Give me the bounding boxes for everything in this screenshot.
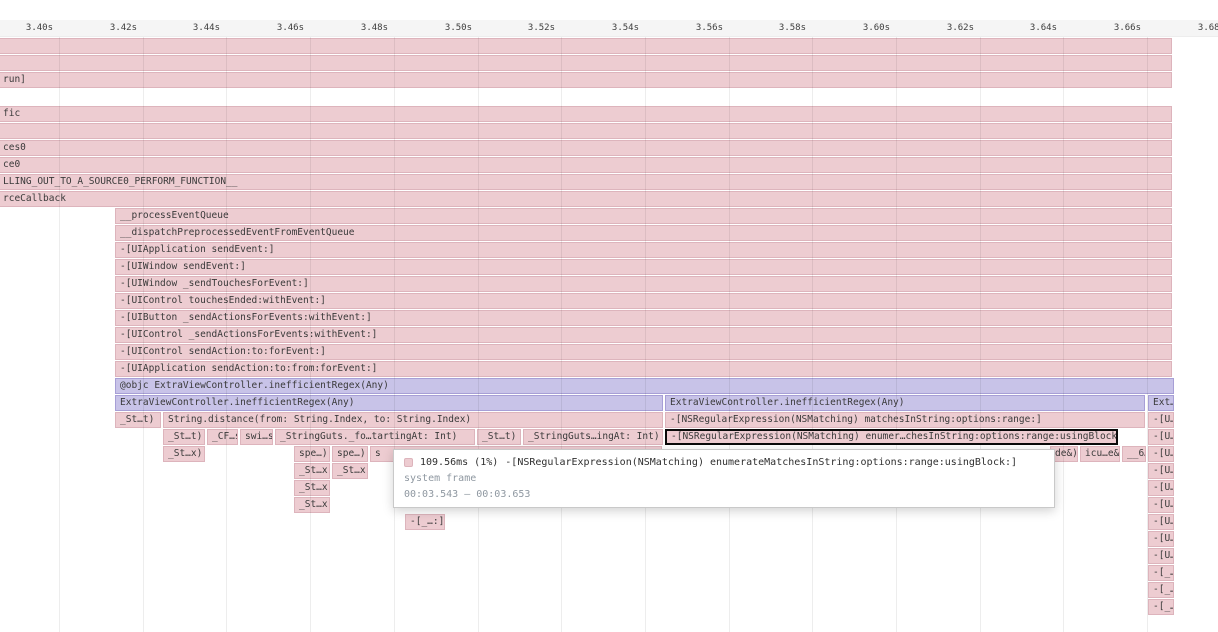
- flame-bar[interactable]: _St…x): [294, 463, 330, 479]
- flame-bar[interactable]: [0, 123, 1172, 139]
- gridline: [896, 37, 897, 632]
- flame-bar[interactable]: -[NSRegularExpression(NSMatching) matche…: [665, 412, 1145, 428]
- flame-bar[interactable]: ce0: [0, 157, 1172, 173]
- gridline: [143, 37, 144, 632]
- tooltip-header: 109.56ms (1%) -[NSRegularExpression(NSMa…: [404, 457, 1044, 468]
- tick-label: 3.64s: [1005, 23, 1057, 33]
- flame-bar[interactable]: icu…e&): [1080, 446, 1120, 462]
- flame-chart: run] fic ces0ce0LLING_OUT_TO_A_SOURCE0_PER…: [0, 0, 1218, 632]
- tick-label: 3.54s: [587, 23, 639, 33]
- flame-bar[interactable]: _St…x): [294, 480, 330, 496]
- flame-bar[interactable]: spe…)): [294, 446, 330, 462]
- flame-bar[interactable]: __dispatchPreprocessedEventFromEventQueu…: [115, 225, 1172, 241]
- tick-label: 3.52s: [503, 23, 555, 33]
- timeline-ruler[interactable]: 3.40s 3.42s 3.44s 3.46s 3.48s 3.50s 3.52s 3.54s…: [0, 20, 1218, 37]
- tick-label: 3.42s: [85, 23, 137, 33]
- flame-bar[interactable]: -[U…:]: [1148, 446, 1174, 462]
- flame-bar[interactable]: -[U…d]: [1148, 531, 1174, 547]
- hover-tooltip: 109.56ms (1%) -[NSRegularExpression(NSMa…: [393, 449, 1055, 508]
- flame-bar[interactable]: _St…x): [163, 446, 205, 462]
- flame-bar[interactable]: rceCallback: [0, 191, 1172, 207]
- tick-label: 3.44s: [168, 23, 220, 33]
- flame-bar[interactable]: swi…se: [240, 429, 273, 445]
- flame-bar[interactable]: _St…x): [332, 463, 368, 479]
- tick-label: 3.46s: [252, 23, 304, 33]
- flame-bar[interactable]: Ext…): [1148, 395, 1174, 411]
- gridline: [645, 37, 646, 632]
- flame-bar[interactable]: -[_…:]: [1148, 599, 1174, 615]
- flame-bar[interactable]: String.distance(from: String.Index, to: …: [163, 412, 663, 428]
- time-profiler-flame-chart-view: run] fic ces0ce0LLING_OUT_TO_A_SOURCE0_PER…: [0, 0, 1218, 632]
- flame-bar[interactable]: _St…t): [477, 429, 521, 445]
- flame-bar[interactable]: ExtraViewController.inefficientRegex(Any…: [665, 395, 1145, 411]
- flame-bar[interactable]: -[U…r]: [1148, 548, 1174, 564]
- flame-bar[interactable]: -[U…:]: [1148, 429, 1174, 445]
- flame-bar[interactable]: _St…x): [294, 497, 330, 513]
- tick-label: 3.66s: [1089, 23, 1141, 33]
- flame-bar[interactable]: -[UIWindow sendEvent:]: [115, 259, 1172, 275]
- tooltip-duration: 109.56ms (1%): [420, 457, 498, 468]
- tooltip-time-range: 00:03.543 — 00:03.653: [404, 489, 1044, 500]
- flame-bar[interactable]: ces0: [0, 140, 1172, 156]
- flame-bar[interactable]: [0, 38, 1172, 54]
- flame-bar[interactable]: -[U…r]: [1148, 514, 1174, 530]
- tick-label: 3.50s: [420, 23, 472, 33]
- flame-bar[interactable]: run]: [0, 72, 1172, 88]
- flame-bar[interactable]: -[UIApplication sendAction:to:from:forEv…: [115, 361, 1172, 377]
- flame-bar-selected[interactable]: -[NSRegularExpression(NSMatching) enumer…: [665, 429, 1118, 445]
- tick-label: 3.60s: [838, 23, 890, 33]
- tick-label: 3.56s: [671, 23, 723, 33]
- flame-bar[interactable]: -[_…:]: [1148, 582, 1174, 598]
- tick-label: 3.48s: [336, 23, 388, 33]
- flame-bar[interactable]: -[UIApplication sendEvent:]: [115, 242, 1172, 258]
- tooltip-symbol: -[NSRegularExpression(NSMatching) enumer…: [505, 457, 1017, 468]
- gridline: [812, 37, 813, 632]
- flame-bar[interactable]: __6…le: [1122, 446, 1146, 462]
- flame-bar[interactable]: [0, 55, 1172, 71]
- flame-bar[interactable]: _St…t): [163, 429, 205, 445]
- flame-bar[interactable]: -[UIControl sendAction:to:forEvent:]: [115, 344, 1172, 360]
- flame-bar[interactable]: LLING_OUT_TO_A_SOURCE0_PERFORM_FUNCTION_…: [0, 174, 1172, 190]
- flame-bar[interactable]: -[U…:]: [1148, 480, 1174, 496]
- flame-bar[interactable]: -[_…:]: [405, 514, 445, 530]
- flame-bar[interactable]: -[U…:]: [1148, 497, 1174, 513]
- flame-bar[interactable]: -[UIButton _sendActionsForEvents:withEve…: [115, 310, 1172, 326]
- flame-bar[interactable]: -[_…:]: [1148, 565, 1174, 581]
- gridline: [561, 37, 562, 632]
- gridline: [478, 37, 479, 632]
- gridline: [1063, 37, 1064, 632]
- flame-bar[interactable]: spe…)): [332, 446, 368, 462]
- flame-bar[interactable]: -[UIWindow _sendTouchesForEvent:]: [115, 276, 1172, 292]
- tick-label: 3.58s: [754, 23, 806, 33]
- tick-label: 3.40s: [1, 23, 53, 33]
- gridline: [226, 37, 227, 632]
- gridline: [59, 37, 60, 632]
- gridline: [729, 37, 730, 632]
- flame-bar[interactable]: ExtraViewController.inefficientRegex(Any…: [115, 395, 663, 411]
- flame-bar[interactable]: _StringGuts…ingAt: Int): [523, 429, 663, 445]
- flame-bar[interactable]: -[UIControl touchesEnded:withEvent:]: [115, 293, 1172, 309]
- tick-label: 3.62s: [922, 23, 974, 33]
- gridline: [310, 37, 311, 632]
- flame-bar[interactable]: _CF…se: [207, 429, 238, 445]
- gridline: [980, 37, 981, 632]
- tooltip-frame-kind: system frame: [404, 473, 1044, 484]
- gridline: [394, 37, 395, 632]
- flame-bar[interactable]: __processEventQueue: [115, 208, 1172, 224]
- flame-bar[interactable]: fic: [0, 106, 1172, 122]
- flame-bar[interactable]: _St…t): [115, 412, 161, 428]
- frame-color-swatch-icon: [404, 458, 413, 467]
- flame-bar[interactable]: _StringGuts._fo…tartingAt: Int): [275, 429, 475, 445]
- flame-bar[interactable]: -[UIControl _sendActionsForEvents:withEv…: [115, 327, 1172, 343]
- tick-label: 3.68s: [1173, 23, 1218, 33]
- flame-bar[interactable]: -[U…:]: [1148, 412, 1174, 428]
- flame-bar[interactable]: -[U…:]: [1148, 463, 1174, 479]
- gridline: [1147, 37, 1148, 632]
